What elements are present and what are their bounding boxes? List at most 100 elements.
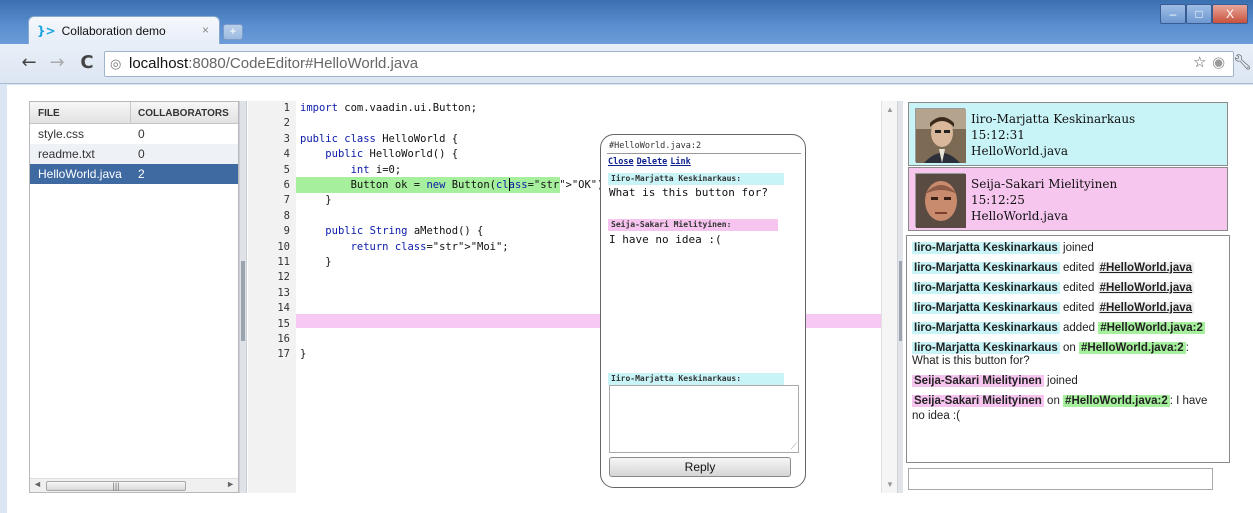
activity-log: Iiro-Marjatta Keskinarkaus joined Iiro-M… xyxy=(906,235,1230,463)
log-entry: Iiro-Marjatta Keskinarkaus edited #Hello… xyxy=(912,261,1195,276)
comment-actions: Close Delete Link xyxy=(608,157,694,167)
log-entry: Iiro-Marjatta Keskinarkaus added #HelloW… xyxy=(912,321,1205,336)
link-link[interactable]: Link xyxy=(670,157,690,167)
comment-message: I have no idea :( xyxy=(609,233,722,246)
user-name-tag[interactable]: Iiro-Marjatta Keskinarkaus xyxy=(912,322,1060,334)
avatar xyxy=(915,108,966,163)
code-line[interactable]: } xyxy=(300,348,306,360)
scrollbar-thumb[interactable]: ||| xyxy=(46,481,186,491)
address-bar[interactable]: ◎ localhost:8080/CodeEditor#HelloWorld.ja… xyxy=(104,51,1234,77)
code-line[interactable]: Button ok = new Button(class="str">"OK")… xyxy=(300,179,610,191)
file-link[interactable]: #HelloWorld.java xyxy=(1097,282,1195,294)
file-name: HelloWorld.java xyxy=(38,167,122,181)
page-info-icon[interactable]: ◎ xyxy=(110,52,121,76)
log-punctuation: : xyxy=(1185,342,1189,354)
reply-button[interactable]: Reply xyxy=(609,457,791,477)
line-number: 1 xyxy=(283,102,290,114)
user-name-tag[interactable]: Iiro-Marjatta Keskinarkaus xyxy=(912,242,1060,254)
scroll-up-arrow-icon[interactable]: ▲ xyxy=(886,105,894,114)
code-line[interactable]: int i=0; xyxy=(300,164,402,176)
resize-handle-icon[interactable]: ⟋ xyxy=(791,441,797,452)
file-name: style.css xyxy=(38,127,85,141)
minimize-button[interactable]: – xyxy=(1160,4,1186,24)
file-link[interactable]: #HelloWorld.java xyxy=(1097,302,1195,314)
user-name-tag[interactable]: Seija-Sakari Mielityinen xyxy=(912,395,1044,407)
scroll-down-arrow-icon[interactable]: ▼ xyxy=(886,480,894,489)
vertical-scrollbar[interactable]: ▲ ▼ xyxy=(881,101,897,493)
file-link[interactable]: #HelloWorld.java xyxy=(1097,262,1195,274)
reply-textarea[interactable]: ⟋ xyxy=(609,385,799,453)
line-number: 16 xyxy=(277,333,290,345)
code-line[interactable]: } xyxy=(300,194,331,206)
user-name-tag[interactable]: Iiro-Marjatta Keskinarkaus xyxy=(912,282,1060,294)
file-table: FILE COLLABORATORS style.css 0 readme.tx… xyxy=(29,101,239,493)
line-number: 15 xyxy=(277,317,290,330)
comment-author: Seija-Sakari Mielityinen: xyxy=(608,219,778,231)
splitter-grip[interactable] xyxy=(899,261,902,341)
close-window-button[interactable]: X xyxy=(1212,4,1248,24)
maximize-button[interactable]: □ xyxy=(1186,4,1212,24)
code-line[interactable]: } xyxy=(300,256,331,268)
collaborator-count: 2 xyxy=(138,167,145,181)
forward-arrow-icon[interactable]: → xyxy=(46,52,68,74)
log-action: joined xyxy=(1063,242,1094,254)
line-number: 6 xyxy=(283,179,290,191)
panel-splitter[interactable] xyxy=(897,101,903,493)
line-number: 8 xyxy=(283,209,290,222)
column-divider[interactable] xyxy=(130,102,131,124)
close-link[interactable]: Close xyxy=(608,157,634,167)
popup-divider xyxy=(607,153,801,154)
user-name-tag[interactable]: Iiro-Marjatta Keskinarkaus xyxy=(912,302,1060,314)
scroll-left-arrow-icon[interactable]: ◄ xyxy=(33,479,42,489)
vaadin-favicon-icon: }> xyxy=(37,23,56,38)
code-line[interactable]: public HelloWorld() { xyxy=(300,148,458,160)
user-name-tag[interactable]: Iiro-Marjatta Keskinarkaus xyxy=(912,342,1060,354)
chat-message-input[interactable] xyxy=(908,468,1213,490)
back-arrow-icon[interactable]: ← xyxy=(18,52,40,74)
file-row-selected[interactable]: HelloWorld.java 2 xyxy=(30,164,238,184)
reload-icon[interactable]: C xyxy=(76,52,98,74)
log-entry: Iiro-Marjatta Keskinarkaus edited #Hello… xyxy=(912,281,1195,296)
user-card: Seija-Sakari Mielityinen 15:12:25 HelloW… xyxy=(908,167,1228,231)
comment-popup: #HelloWorld.java:2 Close Delete Link Iiro-… xyxy=(600,134,806,488)
user-name-tag[interactable]: Seija-Sakari Mielityinen xyxy=(912,375,1044,387)
line-number: 17 xyxy=(277,348,290,361)
horizontal-scrollbar[interactable]: ◄ ||| ► xyxy=(30,478,238,492)
code-line[interactable]: import com.vaadin.ui.Button; xyxy=(300,102,477,114)
log-action: edited xyxy=(1063,262,1095,274)
log-action: added xyxy=(1063,322,1095,334)
panel-splitter[interactable] xyxy=(239,101,247,493)
file-row[interactable]: readme.txt 0 xyxy=(30,144,238,164)
code-line[interactable]: return class="str">"Moi"; xyxy=(300,241,509,253)
column-header-file[interactable]: FILE xyxy=(38,108,60,119)
user-name-tag[interactable]: Iiro-Marjatta Keskinarkaus xyxy=(912,262,1060,274)
comment-link[interactable]: #HelloWorld.java:2 xyxy=(1063,395,1170,407)
tab-close-icon[interactable]: × xyxy=(202,23,209,37)
log-action: edited xyxy=(1063,282,1095,294)
delete-link[interactable]: Delete xyxy=(637,157,668,167)
file-row[interactable]: style.css 0 xyxy=(30,124,238,144)
bookmark-star-icon[interactable]: ☆ xyxy=(1193,53,1206,71)
code-line[interactable]: public class HelloWorld { xyxy=(300,133,458,145)
column-header-collaborators[interactable]: COLLABORATORS xyxy=(138,108,229,119)
wrench-menu-icon[interactable]: 🔧︎ xyxy=(1233,53,1252,71)
user-file: HelloWorld.java xyxy=(971,209,1069,223)
comment-link[interactable]: #HelloWorld.java:2 xyxy=(1079,342,1186,354)
log-entry: Iiro-Marjatta Keskinarkaus joined xyxy=(912,241,1094,256)
comment-link[interactable]: #HelloWorld.java:2 xyxy=(1098,322,1205,334)
comment-message: What is this button for? xyxy=(609,186,768,199)
log-action: joined xyxy=(1047,375,1078,387)
scroll-right-arrow-icon[interactable]: ► xyxy=(226,479,235,489)
new-tab-button[interactable]: + xyxy=(223,24,243,40)
splitter-grip[interactable] xyxy=(241,261,245,341)
user-time: 15:12:25 xyxy=(971,193,1025,207)
browser-tab[interactable]: }> Collaboration demo × xyxy=(28,16,220,44)
file-table-header: FILE COLLABORATORS xyxy=(30,102,238,124)
line-number: 13 xyxy=(277,286,290,299)
code-line[interactable]: public String aMethod() { xyxy=(300,225,483,237)
extension-icon[interactable]: ◉ xyxy=(1212,53,1225,71)
log-entry: Seija-Sakari Mielityinen on #HelloWorld.… xyxy=(912,394,1222,424)
log-action: on xyxy=(1063,342,1076,354)
line-number: 12 xyxy=(277,271,290,284)
user-name: Iiro-Marjatta Keskinarkaus xyxy=(971,112,1136,126)
